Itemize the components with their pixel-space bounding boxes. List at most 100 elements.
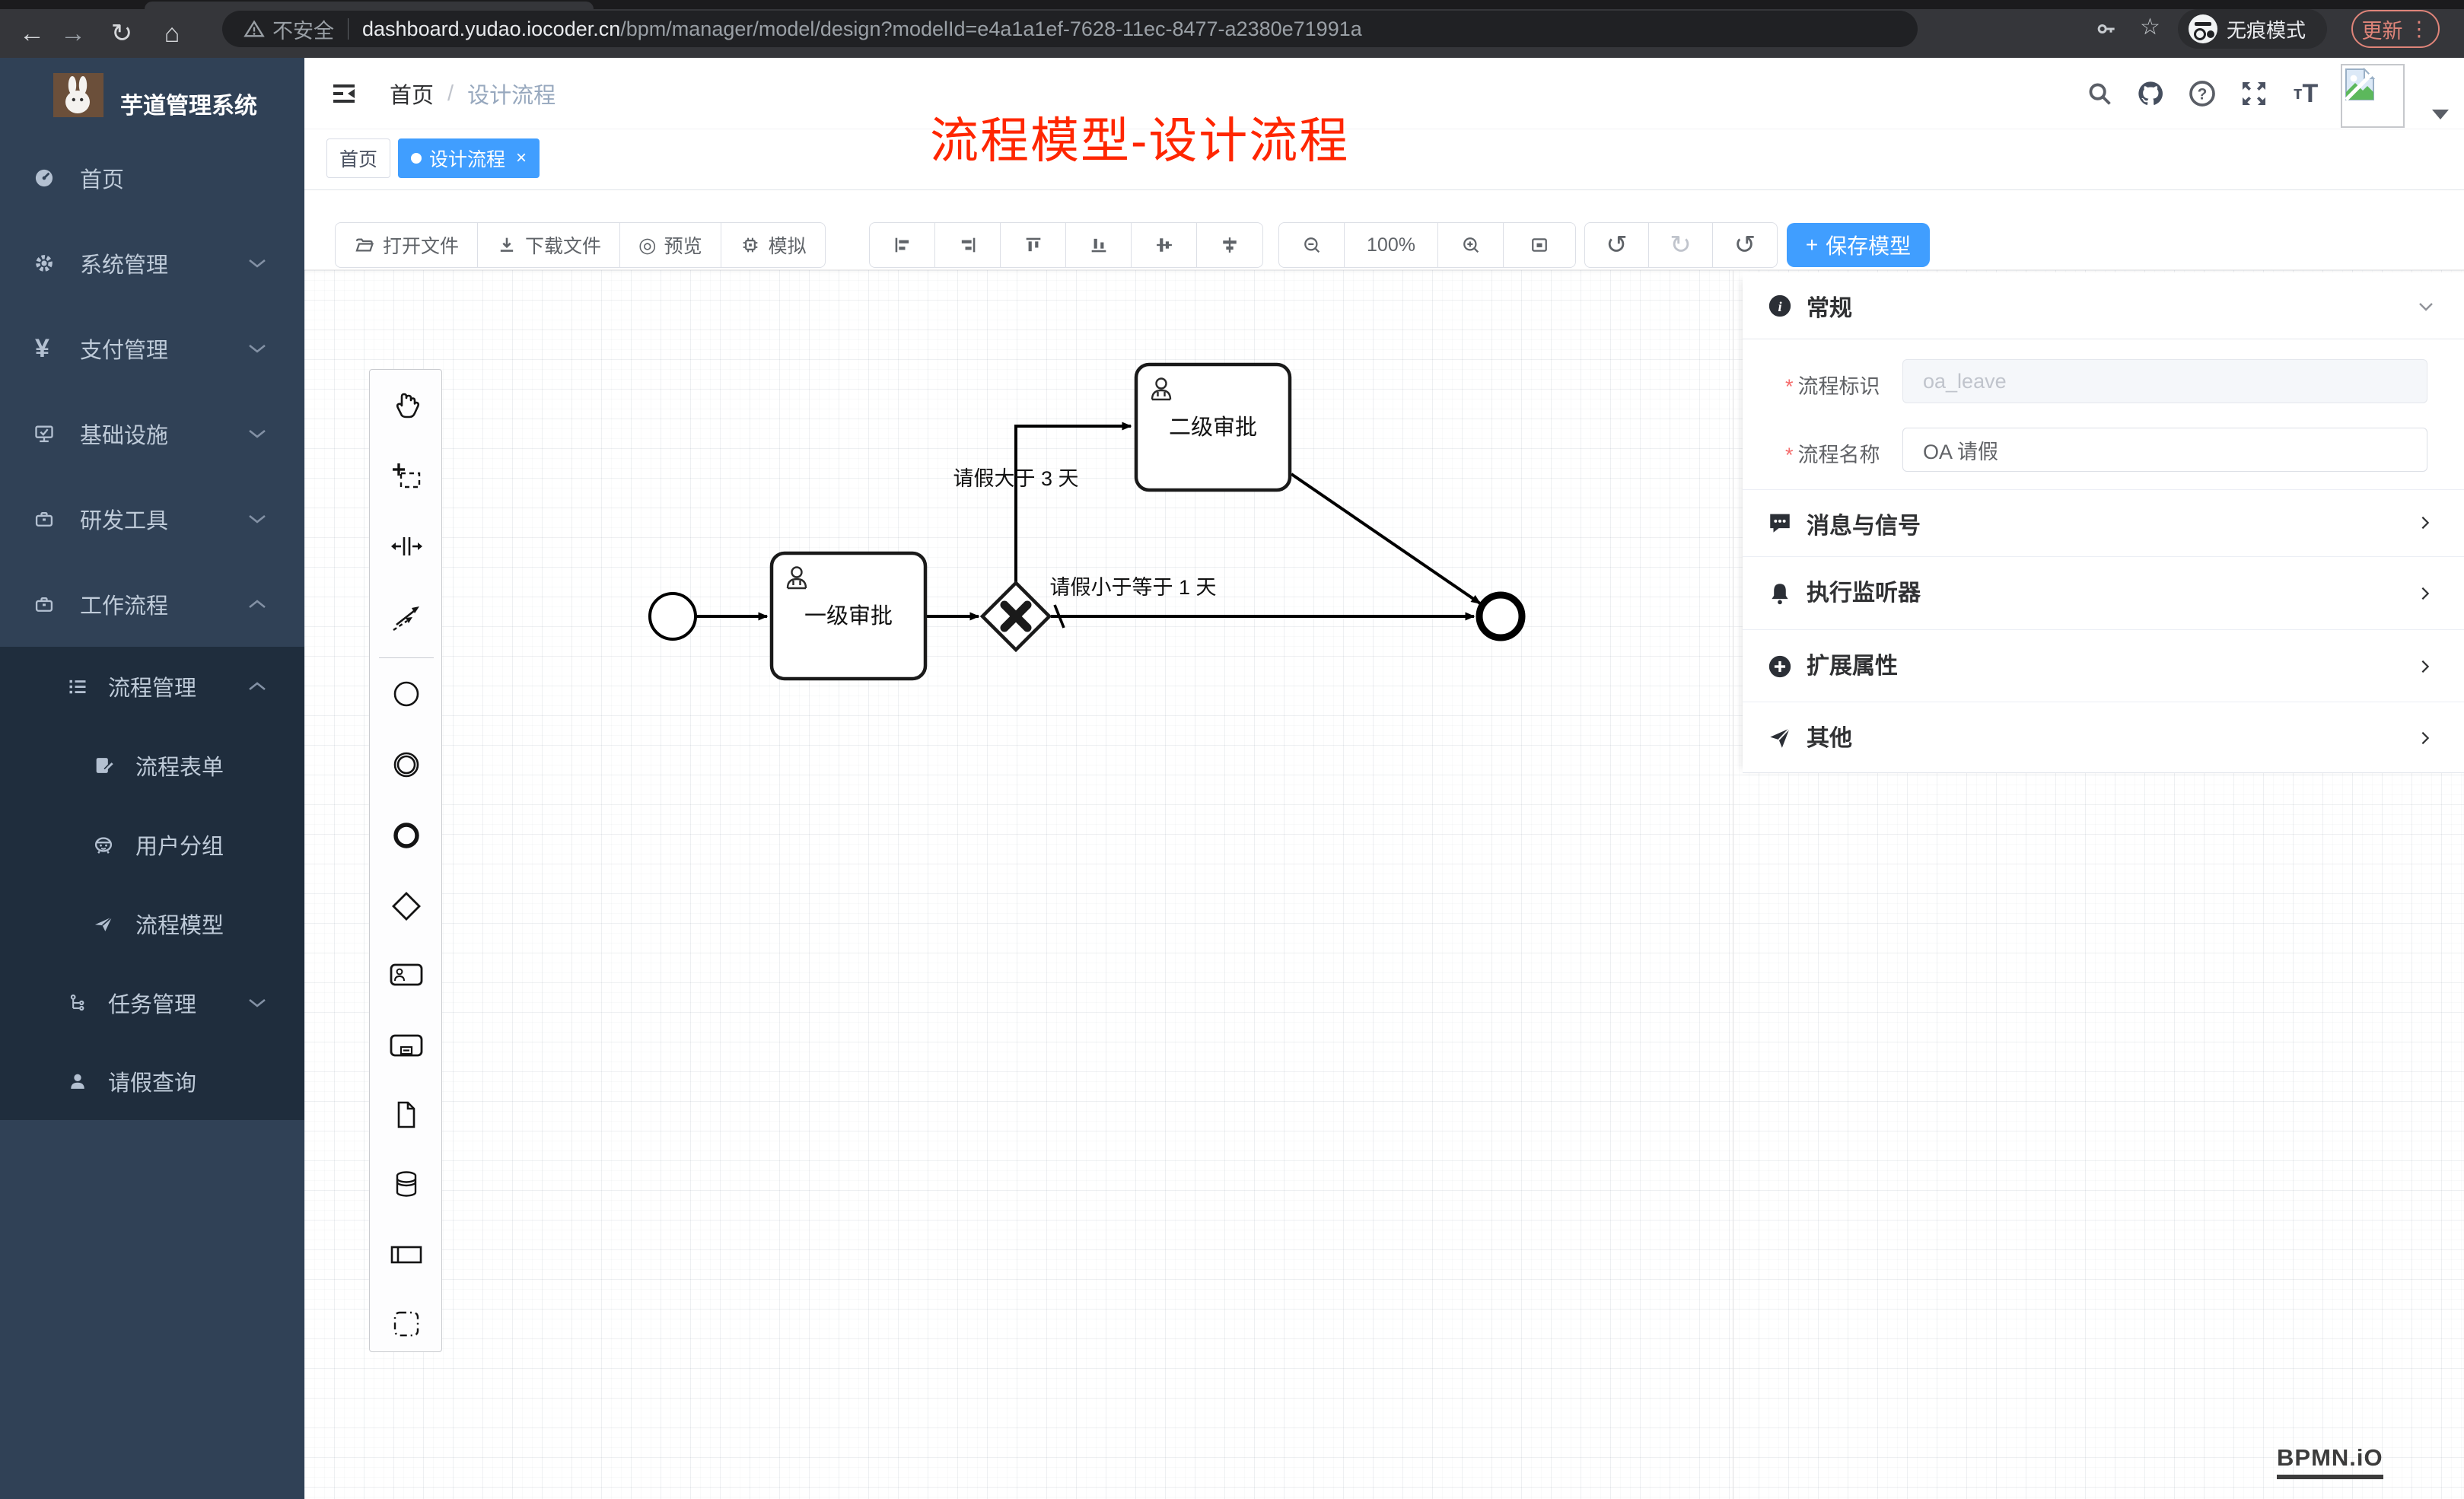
align-horizontal-center-button[interactable]: [1197, 223, 1262, 267]
sidebar-item-payment[interactable]: ¥ 支付管理: [0, 306, 304, 391]
section-execution-listener[interactable]: 执行监听器: [1743, 556, 2464, 629]
sidebar-item-label: 系统管理: [80, 247, 168, 279]
chevron-right-icon: [2417, 585, 2434, 602]
align-bottom-button[interactable]: [1066, 223, 1132, 267]
sidebar-item-process-form[interactable]: 流程表单: [0, 726, 304, 805]
lasso-tool[interactable]: [389, 458, 424, 493]
sidebar-item-label: 基础设施: [80, 418, 168, 450]
open-file-button[interactable]: 打开文件: [336, 223, 478, 267]
fullscreen-icon[interactable]: [2236, 75, 2272, 112]
process-name-label: *流程名称: [1785, 438, 1880, 468]
active-tab-dot: [411, 153, 422, 164]
create-group[interactable]: [389, 1306, 424, 1341]
end-event[interactable]: [1479, 595, 1522, 638]
search-icon[interactable]: [2081, 75, 2118, 112]
sidebar-item-user-group[interactable]: 用户分组: [0, 805, 304, 884]
align-left-icon: [892, 234, 913, 256]
create-subprocess[interactable]: [389, 1028, 424, 1063]
browser-back-button[interactable]: ←: [11, 9, 53, 58]
sidebar-item-home[interactable]: 首页: [0, 135, 304, 221]
condition-label-gt3[interactable]: 请假大于 3 天: [953, 467, 1078, 490]
breadcrumb-home[interactable]: 首页: [390, 78, 434, 110]
browser-menu-kebab-icon[interactable]: ⋮: [2409, 18, 2430, 41]
security-label[interactable]: 不安全: [272, 14, 334, 44]
exclusive-gateway[interactable]: [982, 583, 1049, 650]
key-icon[interactable]: [2094, 17, 2119, 47]
tab-design-process[interactable]: 设计流程 ×: [398, 138, 540, 178]
simulate-button[interactable]: 模拟: [721, 223, 825, 267]
create-start-event[interactable]: [389, 676, 424, 711]
create-intermediate-event[interactable]: [389, 747, 424, 782]
sidebar-item-label: 工作流程: [80, 588, 168, 620]
chevron-down-icon: [248, 514, 266, 524]
redo-button[interactable]: ↻: [1649, 223, 1713, 267]
sidebar-item-process-mgmt[interactable]: 流程管理: [0, 647, 304, 726]
create-data-store[interactable]: [389, 1166, 424, 1201]
sidebar-item-task-mgmt[interactable]: 任务管理: [0, 963, 304, 1042]
sidebar-item-process-model[interactable]: 流程模型: [0, 884, 304, 963]
bpmn-io-watermark[interactable]: BPMN.iO: [2277, 1444, 2383, 1479]
browser-reload-button[interactable]: ↻: [100, 9, 143, 58]
browser-forward-button[interactable]: →: [52, 9, 94, 58]
space-tool[interactable]: [389, 529, 424, 564]
create-end-event[interactable]: [389, 818, 424, 853]
section-extended-attributes[interactable]: 扩展属性: [1743, 629, 2464, 702]
create-participant[interactable]: [389, 1237, 424, 1272]
browser-active-tab[interactable]: [145, 2, 594, 9]
create-gateway[interactable]: [389, 889, 424, 924]
process-name-input[interactable]: [1902, 428, 2427, 472]
zoom-in-button[interactable]: [1438, 223, 1504, 267]
process-key-input[interactable]: [1902, 359, 2427, 403]
create-data-object[interactable]: [389, 1097, 424, 1132]
section-general-header[interactable]: i 常规: [1743, 272, 2464, 339]
palette-separator: [379, 657, 434, 658]
browser-home-button[interactable]: ⌂: [151, 9, 193, 58]
download-file-button[interactable]: 下载文件: [478, 223, 620, 267]
restart-button[interactable]: ↻: [1713, 223, 1777, 267]
align-top-button[interactable]: [1001, 223, 1066, 267]
update-button[interactable]: 更新 ⋮: [2351, 10, 2440, 48]
undo-button[interactable]: ↺: [1585, 223, 1649, 267]
create-user-task[interactable]: [389, 957, 424, 992]
align-vertical-center-button[interactable]: [1132, 223, 1197, 267]
file-button-group: 打开文件 下载文件 ◎ 预览 模拟: [335, 222, 826, 268]
sidebar-item-system[interactable]: 系统管理: [0, 221, 304, 306]
align-right-button[interactable]: [935, 223, 1001, 267]
save-model-button[interactable]: + 保存模型: [1787, 223, 1930, 267]
user-task-1[interactable]: 一级审批: [772, 553, 925, 679]
sidebar: 芋道管理系统 首页 系统管理 ¥ 支付管理 基础设施 研发工具 工作流程 流程管…: [0, 58, 304, 1499]
start-event[interactable]: [650, 594, 696, 639]
broken-image-icon: [2345, 68, 2375, 101]
avatar-dropdown-caret-icon[interactable]: [2432, 110, 2449, 119]
zoom-level-indicator[interactable]: 100%: [1345, 223, 1438, 267]
fit-viewport-button[interactable]: [1504, 223, 1575, 267]
avatar[interactable]: [2341, 64, 2405, 128]
global-connect-tool[interactable]: [389, 598, 424, 633]
sidebar-item-workflow[interactable]: 工作流程: [0, 562, 304, 647]
user-task-2[interactable]: 二级审批: [1136, 364, 1290, 490]
monitor-icon: [33, 423, 55, 444]
preview-icon: ◎: [638, 234, 657, 257]
flow-task2-to-end[interactable]: [1291, 474, 1480, 603]
sidebar-item-leave-query[interactable]: 请假查询: [0, 1042, 304, 1120]
bell-icon: [1767, 581, 1793, 606]
section-message-signal[interactable]: 消息与信号: [1743, 489, 2464, 556]
sidebar-item-devtools[interactable]: 研发工具: [0, 476, 304, 562]
zoom-out-button[interactable]: [1279, 223, 1345, 267]
flow-gateway-to-task2[interactable]: [1016, 426, 1131, 583]
condition-label-le1[interactable]: 请假小于等于 1 天: [1049, 576, 1216, 599]
hand-tool[interactable]: [389, 387, 424, 422]
browser-address-bar[interactable]: 不安全 dashboard.yudao.iocoder.cn/bpm/manag…: [222, 11, 1918, 47]
help-icon[interactable]: ?: [2184, 75, 2220, 112]
sidebar-collapse-icon[interactable]: [326, 75, 362, 112]
bookmark-star-icon[interactable]: ☆: [2140, 14, 2160, 40]
align-bottom-icon: [1088, 234, 1109, 256]
sidebar-item-infrastructure[interactable]: 基础设施: [0, 391, 304, 476]
align-left-button[interactable]: [870, 223, 935, 267]
close-icon[interactable]: ×: [516, 148, 527, 169]
preview-button[interactable]: ◎ 预览: [620, 223, 721, 267]
github-icon[interactable]: [2132, 75, 2169, 112]
font-size-icon[interactable]: тT: [2287, 75, 2324, 112]
tab-home[interactable]: 首页: [326, 138, 390, 178]
section-other[interactable]: 其他: [1743, 702, 2464, 773]
